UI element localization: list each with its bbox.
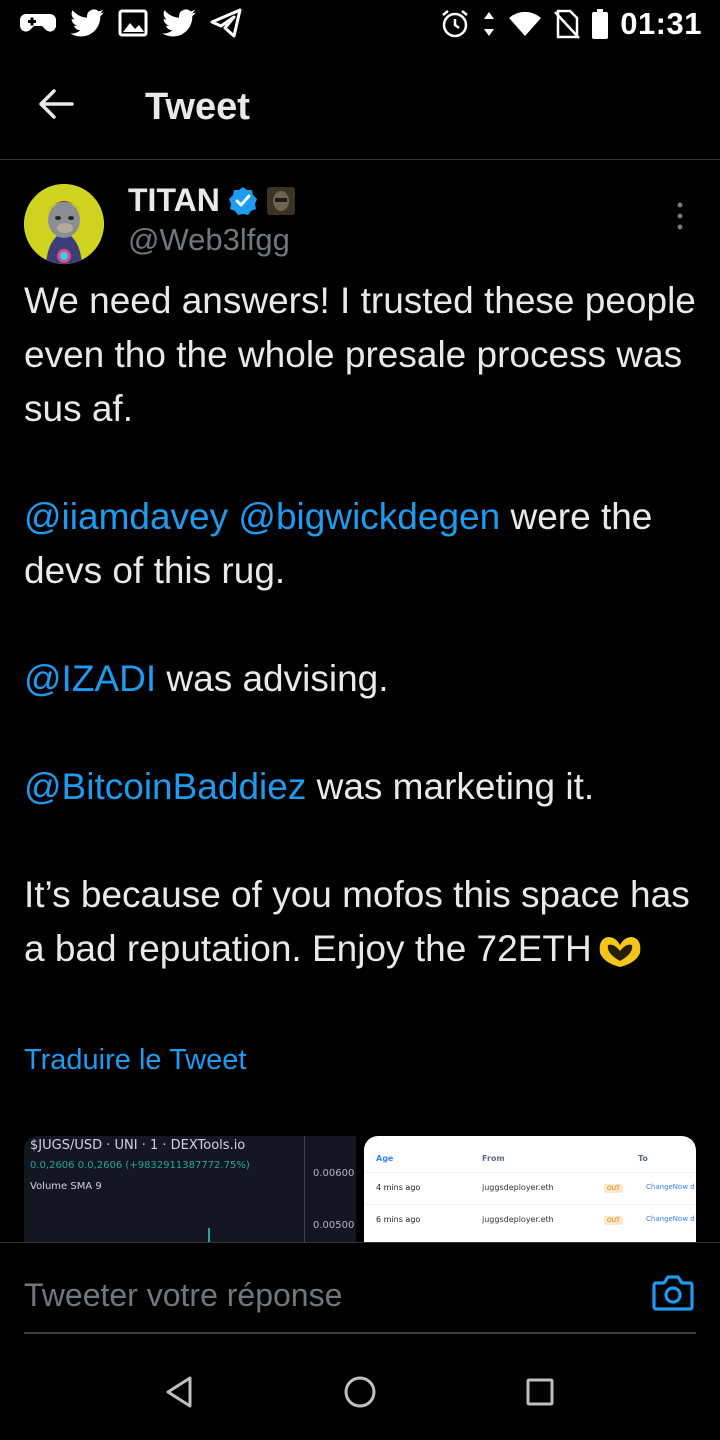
media-image-table[interactable]: Age From To 4 mins ago juggsdeployer.eth… [364, 1136, 696, 1242]
column-header: Age [376, 1154, 394, 1163]
camera-icon [652, 1275, 694, 1311]
system-nav-bar [0, 1340, 720, 1440]
verified-badge-icon [228, 186, 257, 215]
tweet-paragraph: @IZADI was advising. [24, 652, 700, 706]
no-sim-icon [554, 9, 581, 39]
author-name[interactable]: TITAN [128, 182, 220, 219]
clock: 01:31 [620, 6, 702, 41]
reply-divider [24, 1332, 696, 1334]
triangle-back-icon [166, 1376, 192, 1408]
ape-avatar-image [24, 184, 104, 264]
alarm-icon [442, 10, 468, 38]
twitter-icon [70, 9, 104, 37]
cell-type-badge: OUT [604, 1216, 623, 1225]
column-header: From [482, 1154, 505, 1163]
top-app-bar: Tweet [0, 60, 720, 160]
nav-home-button[interactable] [342, 1374, 378, 1410]
more-options-button[interactable] [672, 200, 688, 232]
media-image-chart[interactable]: $JUGS/USD · UNI · 1 · DEXTools.io 0.0,26… [24, 1136, 356, 1242]
mention-link[interactable]: @iiamdavey [24, 496, 228, 537]
telegram-icon [210, 8, 242, 38]
heart-hands-emoji-icon [599, 937, 641, 968]
camera-button[interactable] [652, 1273, 694, 1313]
circle-home-icon [344, 1376, 376, 1408]
cell-type-badge: OUT [604, 1184, 623, 1193]
arrow-left-icon [39, 89, 74, 119]
axis-tick-label: 0.00600 [313, 1168, 355, 1179]
tweet-text-segment: was advising. [156, 658, 389, 699]
chart-title: $JUGS/USD · UNI · 1 · DEXTools.io [30, 1138, 246, 1153]
mention-link[interactable]: @bigwickdegen [238, 496, 500, 537]
chart-volume-label: Volume SMA 9 [30, 1181, 102, 1192]
translate-tweet-link[interactable]: Traduire le Tweet [24, 1044, 246, 1077]
gallery-icon [118, 9, 148, 37]
more-vertical-icon [677, 202, 683, 230]
chart-price-axis: 0.00600 0.00500 [304, 1136, 356, 1242]
table-row: 4 mins ago juggsdeployer.eth OUT ChangeN… [364, 1172, 696, 1202]
square-recents-icon [526, 1378, 554, 1406]
data-arrows-icon [484, 12, 495, 36]
mention-link[interactable]: @BitcoinBaddiez [24, 766, 306, 807]
chart-values: 0.0,2606 0.0,2606 (+9832911387772.75%) [30, 1160, 250, 1171]
reply-bar: Tweeter votre réponse [0, 1242, 720, 1334]
tweet-media[interactable]: $JUGS/USD · UNI · 1 · DEXTools.io 0.0,26… [24, 1136, 696, 1242]
cell-to: ChangeNow d [646, 1183, 695, 1191]
tweet-text-segment: It’s because of you mofos this space has… [24, 874, 690, 969]
mention-link[interactable]: @IZADI [24, 658, 156, 699]
twitter-icon [162, 9, 196, 37]
author-handle[interactable]: @Web3lfgg [128, 222, 290, 258]
back-button[interactable] [36, 84, 76, 124]
tweet-text: We need answers! I trusted these people … [24, 274, 700, 976]
tweet-paragraph: It’s because of you mofos this space has… [24, 868, 700, 976]
tweet-paragraph: @BitcoinBaddiez was marketing it. [24, 760, 700, 814]
battery-icon [592, 9, 609, 39]
page-title: Tweet [145, 86, 250, 128]
table-row: 6 mins ago juggsdeployer.eth OUT ChangeN… [364, 1204, 696, 1234]
label-badge-icon [266, 186, 295, 215]
nav-back-button[interactable] [162, 1374, 198, 1410]
column-header: To [638, 1154, 648, 1163]
tweet-paragraph: @iiamdavey @bigwickdegen were the devs o… [24, 490, 700, 598]
tweet-paragraph: We need answers! I trusted these people … [24, 280, 696, 429]
status-bar: 01:31 [0, 0, 720, 52]
nav-recents-button[interactable] [522, 1374, 558, 1410]
cell-to: ChangeNow d [646, 1215, 695, 1223]
cell-from: juggsdeployer.eth [482, 1215, 554, 1224]
cell-age: 6 mins ago [376, 1215, 421, 1224]
reply-input[interactable]: Tweeter votre réponse [24, 1277, 342, 1314]
gamepad-icon [20, 14, 56, 32]
axis-tick-label: 0.00500 [313, 1220, 355, 1231]
tweet-text-segment: was marketing it. [306, 766, 595, 807]
cell-from: juggsdeployer.eth [482, 1183, 554, 1192]
cell-age: 4 mins ago [376, 1183, 421, 1192]
avatar[interactable] [24, 184, 104, 264]
author-name-row[interactable]: TITAN [128, 182, 296, 219]
wifi-icon [509, 11, 542, 37]
chart-volume-bar [208, 1228, 210, 1242]
